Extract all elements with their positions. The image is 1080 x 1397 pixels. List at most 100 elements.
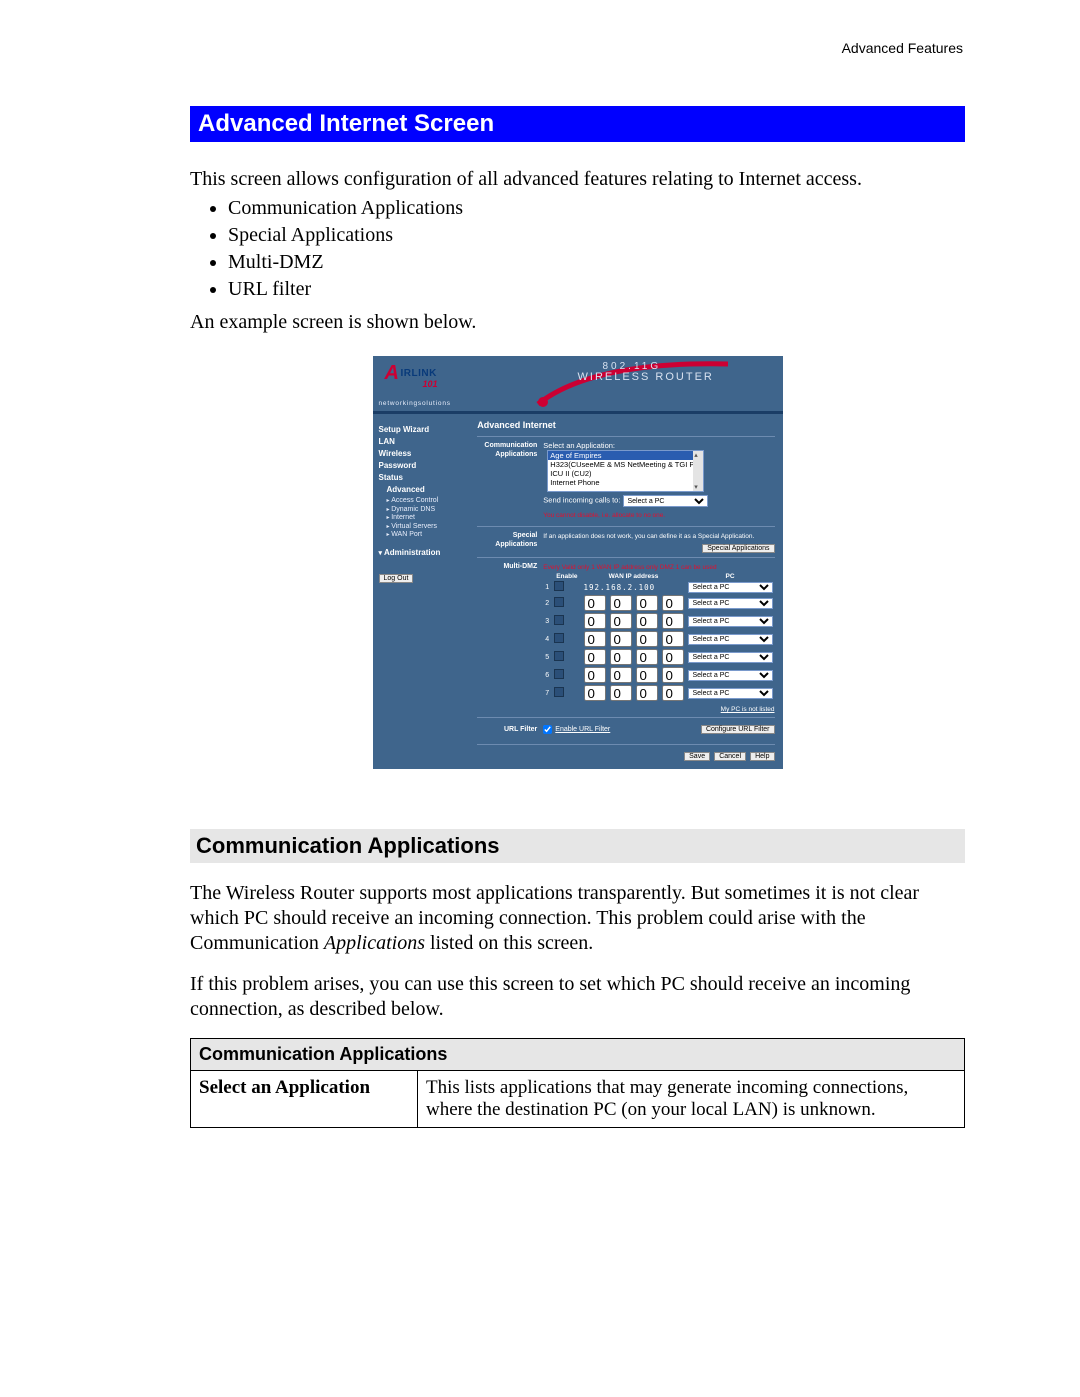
logo-name: IRLINK	[401, 368, 437, 379]
ip-octet-input[interactable]	[636, 595, 658, 611]
sidebar-sub-internet[interactable]: Internet	[387, 514, 472, 521]
sidebar-sub-access-control[interactable]: Access Control	[387, 497, 472, 504]
dmz-pc-select[interactable]: Select a PC	[688, 670, 773, 681]
dmz-pc-select[interactable]: Select a PC	[688, 616, 773, 627]
main-panel: Advanced Internet CommunicationApplicati…	[471, 414, 782, 769]
sidebar-item-setup[interactable]: Setup Wizard	[379, 425, 472, 434]
app-option[interactable]: ICU II (CU2)	[548, 469, 703, 478]
ip-octet-input[interactable]	[584, 631, 606, 647]
dmz-warning: Every Valid only 1 WAN IP address only D…	[543, 564, 716, 571]
sidebar: Setup Wizard LAN Wireless Password Statu…	[373, 414, 472, 769]
url-filter-label: URL Filter	[477, 725, 543, 734]
sidebar-item-administration[interactable]: Administration	[379, 548, 472, 557]
ip-octet-input[interactable]	[662, 595, 684, 611]
ip-octet-input[interactable]	[584, 595, 606, 611]
logo-letter: A	[385, 362, 399, 385]
example-caption: An example screen is shown below.	[190, 311, 965, 334]
special-applications-button[interactable]: Special Applications	[702, 544, 774, 553]
url-filter-checkbox[interactable]	[543, 725, 552, 734]
dmz-pc-select[interactable]: Select a PC	[688, 688, 773, 699]
dmz-enable-checkbox[interactable]	[554, 581, 564, 591]
ip-octet-input[interactable]	[636, 613, 658, 629]
ip-octet-input[interactable]	[662, 649, 684, 665]
dmz-enable-checkbox[interactable]	[554, 597, 564, 607]
app-option[interactable]: Age of Empires	[548, 451, 703, 460]
dmz-enable-checkbox[interactable]	[554, 633, 564, 643]
router-screenshot: A IRLINK 101 networkingsolutions 802.11G…	[373, 356, 783, 769]
dmz-enable-checkbox[interactable]	[554, 687, 564, 697]
ip-octet-input[interactable]	[584, 649, 606, 665]
feature-item: Communication Applications	[228, 197, 965, 220]
application-listbox[interactable]: Age of Empires H323(CUseeME & MS NetMeet…	[547, 450, 704, 492]
ip-octet-input[interactable]	[584, 685, 606, 701]
dmz-col-pc: PC	[686, 573, 775, 580]
send-calls-pc-select[interactable]: Select a PC	[623, 495, 708, 507]
dmz-pc-select[interactable]: Select a PC	[688, 634, 773, 645]
running-head: Advanced Features	[190, 40, 965, 56]
description-table: Communication Applications Select an App…	[190, 1038, 965, 1128]
table-key: Select an Application	[191, 1071, 418, 1128]
sidebar-item-status[interactable]: Status	[379, 473, 472, 482]
app-option[interactable]: H323(CUseeME & MS NetMeeting & TGI Phone…	[548, 460, 703, 469]
ip-octet-input[interactable]	[636, 667, 658, 683]
banner-line2: WIRELESS ROUTER	[578, 371, 714, 383]
ip-octet-input[interactable]	[610, 667, 632, 683]
comm-apps-label: CommunicationApplications	[477, 441, 543, 459]
feature-list: Communication Applications Special Appli…	[210, 197, 965, 301]
table-value: This lists applications that may generat…	[418, 1071, 965, 1128]
configure-url-filter-button[interactable]: Configure URL Filter	[701, 725, 775, 734]
multi-dmz-label: Multi-DMZ	[477, 562, 543, 571]
ip-octet-input[interactable]	[636, 685, 658, 701]
comm-warning: You cannot disable, i.e. allocate to no …	[543, 512, 774, 519]
logout-button[interactable]: Log Out	[379, 574, 414, 583]
special-apps-label: SpecialApplications	[477, 531, 543, 549]
dmz-enable-checkbox[interactable]	[554, 651, 564, 661]
scrollbar[interactable]	[693, 451, 703, 491]
save-button[interactable]: Save	[684, 752, 710, 761]
sidebar-sub-wan-port[interactable]: WAN Port	[387, 531, 472, 538]
ip-octet-input[interactable]	[662, 613, 684, 629]
send-calls-label: Send incoming calls to:	[543, 496, 620, 505]
ip-octet-input[interactable]	[662, 631, 684, 647]
dmz-enable-checkbox[interactable]	[554, 669, 564, 679]
banner: 802.11G WIRELESS ROUTER	[483, 356, 783, 411]
cancel-button[interactable]: Cancel	[714, 752, 746, 761]
dmz-pc-select[interactable]: Select a PC	[688, 582, 773, 593]
sidebar-item-password[interactable]: Password	[379, 461, 472, 470]
brand-logo: A IRLINK 101 networkingsolutions	[373, 356, 483, 411]
sidebar-item-advanced[interactable]: Advanced	[387, 485, 472, 494]
ip-octet-input[interactable]	[610, 685, 632, 701]
feature-item: URL filter	[228, 278, 965, 301]
subsection-heading: Communication Applications	[190, 829, 965, 863]
sidebar-item-lan[interactable]: LAN	[379, 437, 472, 446]
dmz-row: 6Select a PC	[543, 666, 774, 684]
app-option[interactable]: Internet Phone	[548, 478, 703, 487]
ip-octet-input[interactable]	[610, 595, 632, 611]
logo-tagline: networkingsolutions	[379, 400, 451, 407]
panel-title: Advanced Internet	[477, 420, 774, 430]
sidebar-sub-virtual-servers[interactable]: Virtual Servers	[387, 523, 472, 530]
dmz-row: 4Select a PC	[543, 630, 774, 648]
ip-octet-input[interactable]	[610, 613, 632, 629]
dmz-pc-select[interactable]: Select a PC	[688, 598, 773, 609]
select-app-label: Select an Application:	[543, 441, 615, 450]
dmz-row: 7Select a PC	[543, 684, 774, 702]
dmz-col-wan: WAN IP address	[582, 573, 686, 580]
sidebar-item-wireless[interactable]: Wireless	[379, 449, 472, 458]
dmz-enable-checkbox[interactable]	[554, 615, 564, 625]
ip-octet-input[interactable]	[636, 631, 658, 647]
ip-octet-input[interactable]	[584, 667, 606, 683]
sidebar-sub-dynamic-dns[interactable]: Dynamic DNS	[387, 506, 472, 513]
ip-octet-input[interactable]	[636, 649, 658, 665]
ip-octet-input[interactable]	[610, 649, 632, 665]
dmz-row: 3Select a PC	[543, 612, 774, 630]
ip-octet-input[interactable]	[610, 631, 632, 647]
dmz-pc-select[interactable]: Select a PC	[688, 652, 773, 663]
pc-not-listed-link[interactable]: My PC is not listed	[721, 706, 775, 713]
ip-octet-input[interactable]	[584, 613, 606, 629]
ip-octet-input[interactable]	[662, 685, 684, 701]
help-button[interactable]: Help	[750, 752, 774, 761]
dmz-row: 2Select a PC	[543, 594, 774, 612]
dmz-table: Enable WAN IP address PC 1 192.168.2.100…	[543, 573, 774, 702]
ip-octet-input[interactable]	[662, 667, 684, 683]
